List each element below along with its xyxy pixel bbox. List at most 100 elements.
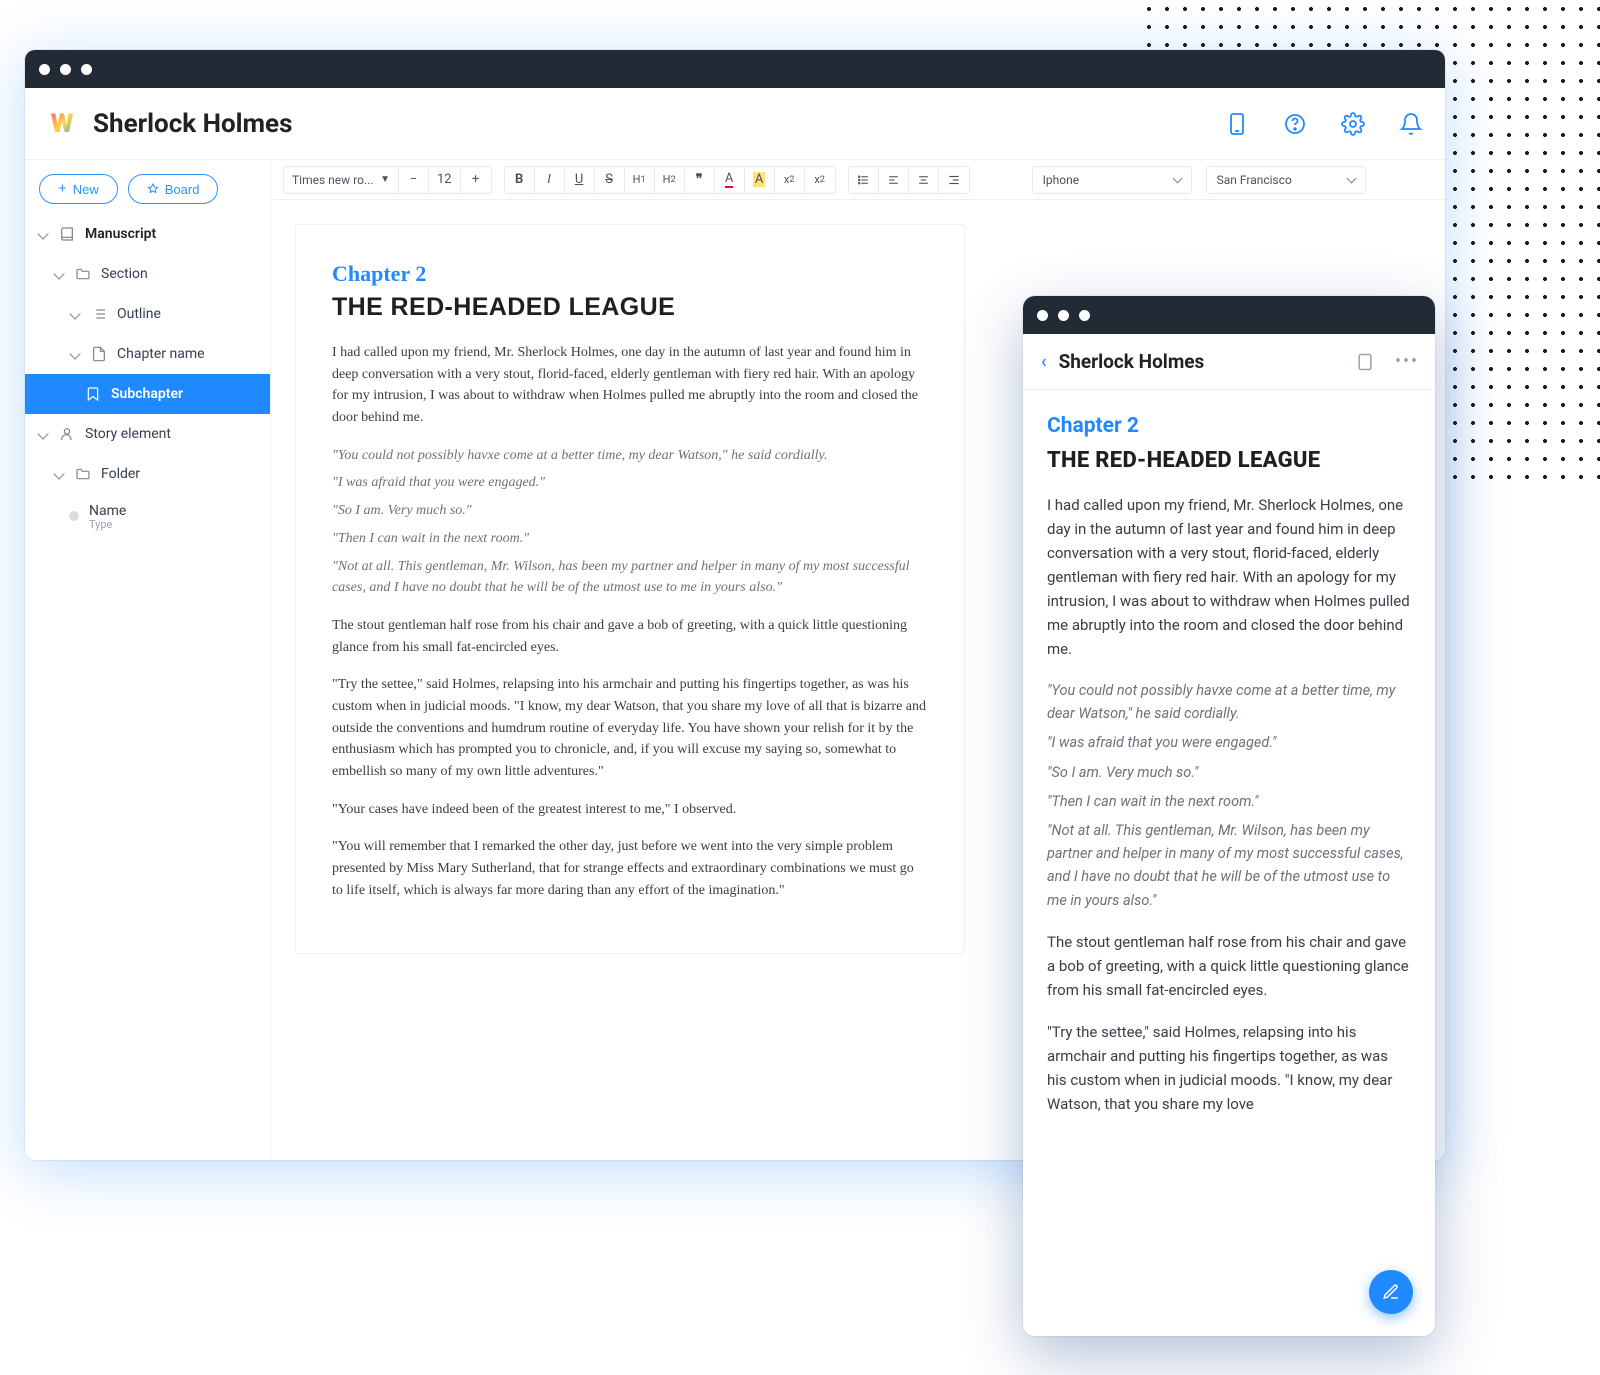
pin-icon (147, 183, 159, 195)
tree-label: Folder (101, 466, 140, 482)
editor-toolbar: Times new ro... ▼ − 12 + B I U S H1 H2 ❞ (271, 160, 1445, 200)
bullet-list-button[interactable] (849, 167, 879, 193)
preview-title: Sherlock Holmes (1059, 350, 1333, 373)
dialogue: "You could not possibly havxe come at a … (1047, 679, 1411, 725)
traffic-light-minimize[interactable] (60, 64, 71, 75)
traffic-light-close[interactable] (39, 64, 50, 75)
tree-label: Subchapter (111, 386, 183, 402)
tree-item-subchapter[interactable]: Subchapter (25, 374, 270, 414)
dialogue: "I was afraid that you were engaged." (332, 472, 928, 494)
traffic-light-close[interactable] (1037, 310, 1048, 321)
align-right-button[interactable] (939, 167, 969, 193)
tree-label: Chapter name (117, 346, 205, 362)
dialogue: "So I am. Very much so." (332, 500, 928, 522)
traffic-light-zoom[interactable] (81, 64, 92, 75)
text-color-button[interactable]: A (715, 167, 745, 193)
back-button[interactable]: ‹ (1041, 351, 1047, 372)
list-icon (91, 306, 107, 322)
dialogue: "So I am. Very much so." (1047, 761, 1411, 784)
preview-header: ‹ Sherlock Holmes ••• (1023, 334, 1435, 390)
document-title: Sherlock Holmes (93, 109, 292, 139)
dialogue: "Then I can wait in the next room." (1047, 790, 1411, 813)
subscript-button[interactable]: x2 (775, 167, 805, 193)
superscript-button[interactable]: x2 (805, 167, 835, 193)
italic-button[interactable]: I (535, 167, 565, 193)
book-icon (59, 226, 75, 242)
tree-item-manuscript[interactable]: Manuscript (25, 214, 270, 254)
folder-icon (75, 266, 91, 282)
tree-label: Story element (85, 426, 171, 442)
heading2-button[interactable]: H2 (655, 167, 685, 193)
app-header: W Sherlock Holmes (25, 88, 1445, 160)
bookmark-icon (85, 386, 101, 402)
tree-item-section[interactable]: Section (25, 254, 270, 294)
tree-item-chapter[interactable]: Chapter name (25, 334, 270, 374)
app-logo: W (47, 109, 77, 139)
preview-body[interactable]: Chapter 2 THE RED-HEADED LEAGUE I had ca… (1023, 390, 1435, 1336)
sidebar: +New Board Manuscript Section (25, 160, 271, 1160)
text-style-group: B I U S H1 H2 ❞ A A x2 x2 (504, 166, 836, 194)
paragraph: The stout gentleman half rose from his c… (332, 615, 928, 658)
paragraph: "Try the settee," said Holmes, relapsing… (1047, 1020, 1411, 1116)
tree-sublabel: Type (89, 519, 126, 530)
chapter-label: Chapter 2 (332, 261, 928, 287)
edit-icon (1382, 1283, 1400, 1301)
paragraph: I had called upon my friend, Mr. Sherloc… (332, 342, 928, 429)
tree-navigation: Manuscript Section Outline Chapter name (25, 214, 270, 538)
chapter-label: Chapter 2 (1047, 414, 1411, 438)
paragraph: "Try the settee," said Holmes, relapsing… (332, 674, 928, 782)
underline-button[interactable]: U (565, 167, 595, 193)
dialogue: "Then I can wait in the next room." (332, 528, 928, 550)
paragraph: "Your cases have indeed been of the grea… (332, 799, 928, 821)
tree-item-story-element[interactable]: Story element (25, 414, 270, 454)
strikethrough-button[interactable]: S (595, 167, 625, 193)
paragraph: "You will remember that I remarked the o… (332, 836, 928, 901)
bold-button[interactable]: B (505, 167, 535, 193)
folder-icon (75, 466, 91, 482)
file-icon (91, 346, 107, 362)
dialogue: "You could not possibly havxe come at a … (332, 445, 928, 467)
font-size-increase[interactable]: + (461, 167, 491, 193)
dialogue: "Not at all. This gentleman, Mr. Wilson,… (332, 556, 928, 599)
font-size-decrease[interactable]: − (399, 167, 429, 193)
tree-label: Outline (117, 306, 161, 322)
traffic-light-minimize[interactable] (1058, 310, 1069, 321)
tree-item-outline[interactable]: Outline (25, 294, 270, 334)
device-select[interactable]: Iphone (1032, 166, 1192, 194)
traffic-light-zoom[interactable] (1079, 310, 1090, 321)
device-preview-icon[interactable] (1225, 112, 1249, 136)
board-button[interactable]: Board (128, 174, 219, 204)
notifications-icon[interactable] (1399, 112, 1423, 136)
font-size-value[interactable]: 12 (429, 167, 461, 193)
align-center-button[interactable] (909, 167, 939, 193)
window-titlebar (25, 50, 1445, 88)
tree-label: Section (101, 266, 148, 282)
help-icon[interactable] (1283, 112, 1307, 136)
dialogue: "I was afraid that you were engaged." (1047, 731, 1411, 754)
theme-select[interactable]: San Francisco (1206, 166, 1366, 194)
highlight-button[interactable]: A (745, 167, 775, 193)
new-button[interactable]: +New (39, 174, 118, 204)
tree-label: Name (89, 503, 126, 519)
book-icon[interactable] (1355, 352, 1375, 372)
chapter-title: THE RED-HEADED LEAGUE (1047, 448, 1411, 473)
font-family-select[interactable]: Times new ro... ▼ (284, 167, 399, 193)
settings-icon[interactable] (1341, 112, 1365, 136)
edit-fab[interactable] (1369, 1270, 1413, 1314)
tree-item-element[interactable]: Name Type (25, 494, 270, 538)
tree-item-folder[interactable]: Folder (25, 454, 270, 494)
device-preview-window: ‹ Sherlock Holmes ••• Chapter 2 THE RED-… (1023, 296, 1435, 1336)
document-page[interactable]: Chapter 2 THE RED-HEADED LEAGUE I had ca… (295, 224, 965, 954)
font-controls: Times new ro... ▼ − 12 + (283, 166, 492, 194)
tree-label: Manuscript (85, 226, 156, 242)
element-bullet-icon (69, 511, 79, 521)
preview-titlebar (1023, 296, 1435, 334)
blockquote-button[interactable]: ❞ (685, 167, 715, 193)
chapter-title: THE RED-HEADED LEAGUE (332, 293, 928, 322)
align-left-button[interactable] (879, 167, 909, 193)
align-group (848, 166, 970, 194)
paragraph: The stout gentleman half rose from his c… (1047, 930, 1411, 1002)
person-icon (59, 426, 75, 442)
more-icon[interactable]: ••• (1397, 352, 1417, 372)
heading1-button[interactable]: H1 (625, 167, 655, 193)
